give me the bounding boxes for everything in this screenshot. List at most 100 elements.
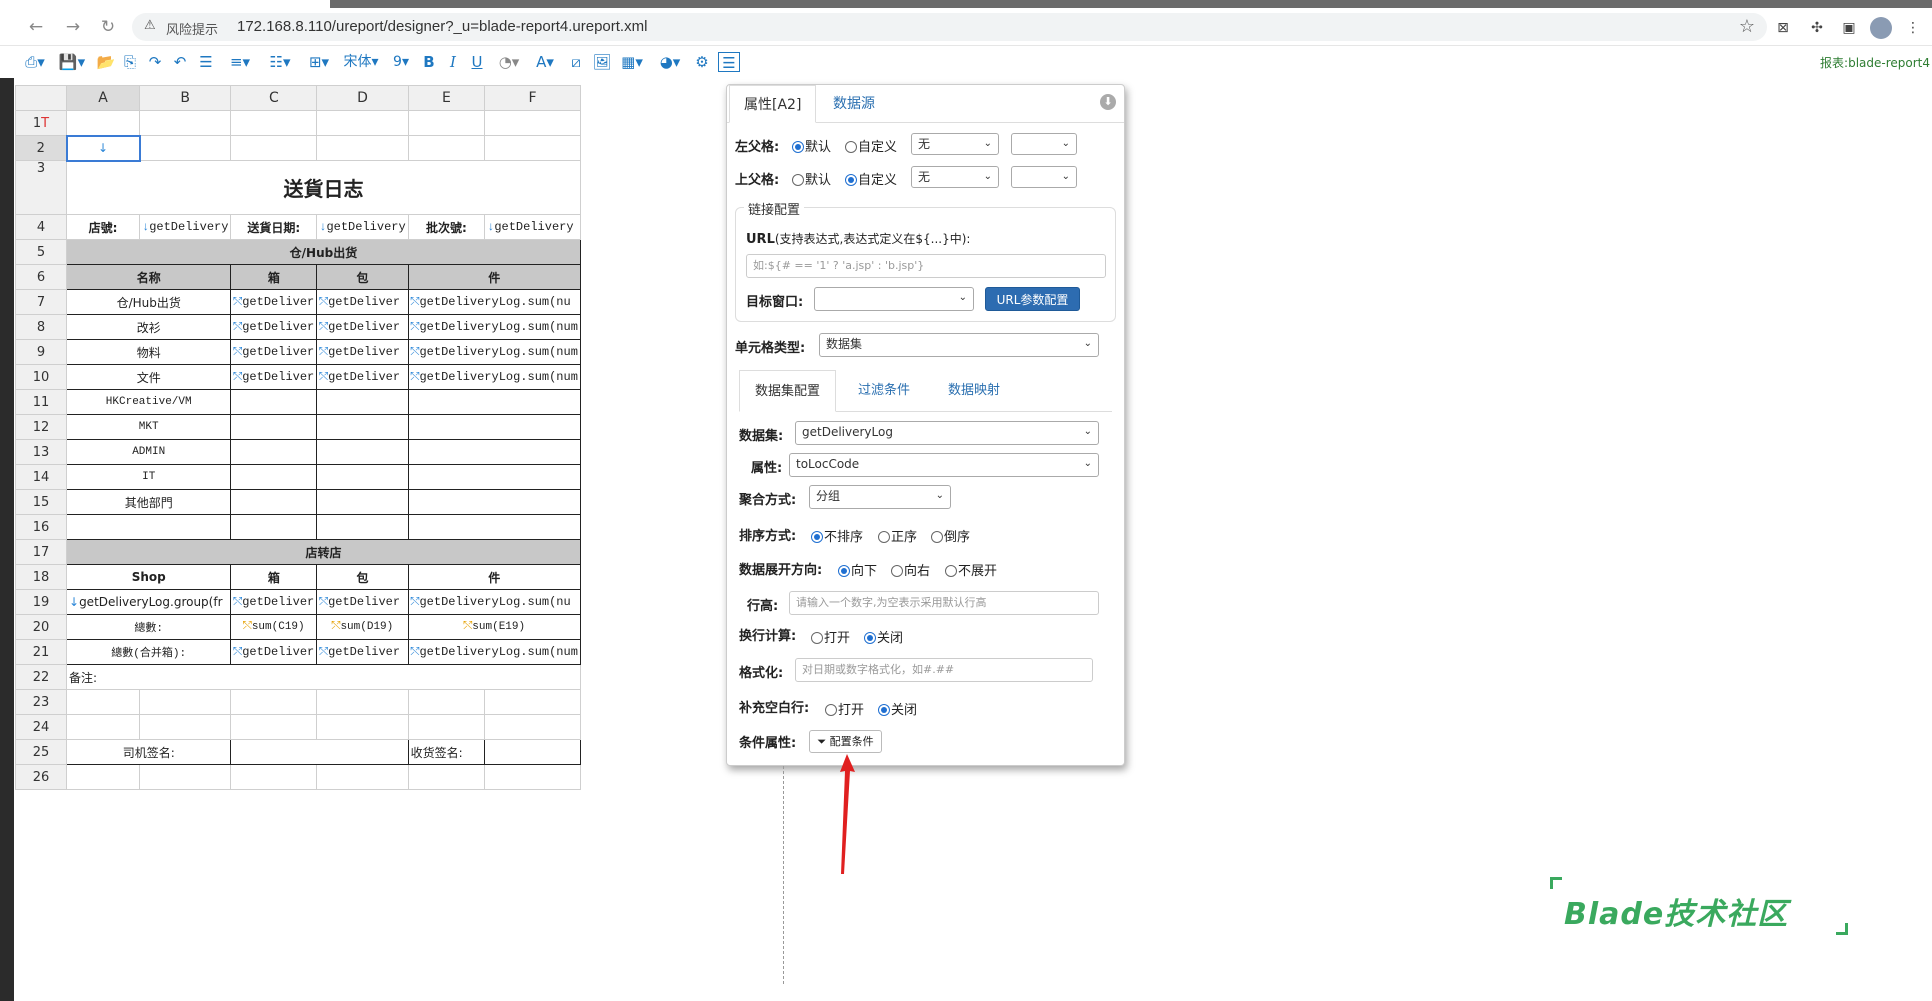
section1-header-box[interactable]: 箱 <box>230 264 318 290</box>
bold-icon[interactable]: B <box>420 52 438 72</box>
grid-cell[interactable] <box>407 689 486 715</box>
grid-cell[interactable] <box>230 489 318 515</box>
grid-cell[interactable] <box>484 764 581 790</box>
expand-down-radio[interactable]: 向下 <box>838 560 877 579</box>
grid-cell[interactable] <box>66 110 140 136</box>
sort-none-radio[interactable]: 不排序 <box>811 526 863 545</box>
section1-row-name[interactable]: 文件 <box>65 364 232 390</box>
section1-row-pack[interactable]: ⤲getDeliver <box>316 314 409 340</box>
row-header[interactable]: 10 <box>15 364 67 390</box>
subtab-filter[interactable]: 过滤条件 <box>843 370 925 412</box>
grid-cell[interactable] <box>316 439 409 465</box>
total-box-cell[interactable]: ⤲sum(C19) <box>230 614 318 640</box>
grid-cell[interactable] <box>138 764 232 790</box>
top-parent-default-radio[interactable]: 默认 <box>792 169 831 188</box>
target-window-select[interactable]: ⌄ <box>814 287 974 311</box>
row-header[interactable]: 26 <box>15 764 67 790</box>
remark-label[interactable]: 备注: <box>66 664 581 690</box>
section2-row-pack[interactable]: ⤲getDeliver <box>316 589 409 615</box>
merged-total-box[interactable]: ⤲getDeliver <box>230 639 318 665</box>
expand-right-radio[interactable]: 向右 <box>891 560 930 579</box>
grid-cell[interactable] <box>407 414 581 440</box>
grid-cell[interactable] <box>316 414 409 440</box>
grid-cell[interactable] <box>66 764 140 790</box>
left-parent-select[interactable]: 无 ⌄ <box>911 133 999 155</box>
fill-blank-off-radio[interactable]: 关闭 <box>878 699 917 718</box>
grid-cell[interactable] <box>407 514 581 540</box>
valign-dropdown-icon[interactable]: ☷▾ <box>264 52 296 72</box>
row-header[interactable]: 5 <box>15 239 67 265</box>
qrcode-dropdown-icon[interactable]: ▦▾ <box>616 52 648 72</box>
browser-menu-icon[interactable]: ⋮ <box>1902 17 1924 39</box>
omnibox[interactable]: ⚠ 风险提示 172.168.8.110/ureport/designer?_u… <box>132 13 1767 41</box>
grid-cell[interactable] <box>484 689 581 715</box>
grid-cell[interactable] <box>407 714 486 740</box>
section1-row-box[interactable]: ⤲getDeliver <box>230 364 318 390</box>
row-header[interactable]: 21 <box>15 639 67 665</box>
section1-row-pack[interactable]: ⤲getDeliver <box>316 339 409 365</box>
sidebar-toggle-icon[interactable]: ▣ <box>1838 17 1860 39</box>
column-header-f[interactable]: F <box>484 85 581 111</box>
row-header[interactable]: 20 <box>15 614 67 640</box>
grid-cell[interactable] <box>230 135 318 161</box>
wrap-off-radio[interactable]: 关闭 <box>864 627 903 646</box>
row-header[interactable]: 24 <box>15 714 67 740</box>
total-piece-cell[interactable]: ⤲sum(E19) <box>407 614 581 640</box>
sort-desc-radio[interactable]: 倒序 <box>931 526 970 545</box>
font-color-dropdown-icon[interactable]: A▾ <box>530 52 560 72</box>
merged-total-pack[interactable]: ⤲getDeliver <box>316 639 409 665</box>
aggregate-select[interactable]: 分组 ⌄ <box>809 485 951 509</box>
section1-row-box[interactable]: ⤲getDeliver <box>230 314 318 340</box>
wrap-on-radio[interactable]: 打开 <box>811 627 850 646</box>
row-header[interactable]: 13 <box>15 439 67 465</box>
grid-cell[interactable] <box>407 764 486 790</box>
row-header[interactable]: 4 <box>15 214 67 240</box>
grid-cell[interactable] <box>230 739 317 765</box>
row-header[interactable]: 11 <box>15 389 67 415</box>
subtab-mapping[interactable]: 数据映射 <box>933 370 1015 412</box>
grid-cell[interactable] <box>316 464 409 490</box>
section1-row-name[interactable]: ADMIN <box>65 439 232 465</box>
row-header[interactable]: 22 <box>15 664 67 690</box>
expand-none-radio[interactable]: 不展开 <box>945 560 997 579</box>
row-header[interactable]: 17 <box>15 539 67 565</box>
grid-cell[interactable] <box>138 714 232 740</box>
grid-cell[interactable] <box>316 489 409 515</box>
section2-row-box[interactable]: ⤲getDeliver <box>230 589 318 615</box>
grid-cell[interactable] <box>316 689 409 715</box>
format-input[interactable]: 对日期或数字格式化，如#.## <box>795 658 1093 682</box>
grid-cell[interactable] <box>316 739 409 765</box>
section1-row-piece[interactable]: ⤲getDeliveryLog.sum(num <box>407 364 581 390</box>
back-icon[interactable]: ← <box>26 17 46 37</box>
grid-cell[interactable] <box>316 764 409 790</box>
grid-cell[interactable] <box>316 110 409 136</box>
grid-cell[interactable] <box>484 135 581 161</box>
section1-row-pack[interactable]: ⤲getDeliver <box>316 289 409 315</box>
dataset-select[interactable]: getDeliveryLog ⌄ <box>795 421 1099 445</box>
selected-cell-a2[interactable]: ↓ <box>65 134 141 162</box>
receiver-sign-label[interactable]: 收货签名: <box>407 739 486 765</box>
section2-header-pack[interactable]: 包 <box>316 564 409 590</box>
section2-header-shop[interactable]: Shop <box>65 564 232 590</box>
section1-row-name[interactable]: IT <box>65 464 232 490</box>
grid-cell[interactable] <box>407 110 486 136</box>
grid-cell[interactable] <box>230 110 318 136</box>
left-parent-cell-select[interactable]: ⌄ <box>1011 133 1077 155</box>
property-panel-icon[interactable]: ☰ <box>718 52 740 72</box>
row-height-input[interactable]: 请输入一个数字,为空表示采用默认行高 <box>789 591 1099 615</box>
tab-properties[interactable]: 属性[A2] <box>729 85 817 123</box>
merged-total-label[interactable]: 總數(合并箱): <box>65 639 232 665</box>
column-header-a[interactable]: A <box>66 85 140 111</box>
column-header-b[interactable]: B <box>138 85 232 111</box>
security-label[interactable]: 风险提示 <box>166 19 218 38</box>
batch-label[interactable]: 批次號: <box>407 214 486 240</box>
cell-type-select[interactable]: 数据集 ⌄ <box>819 333 1099 357</box>
warning-icon[interactable]: ⚠ <box>144 18 156 33</box>
italic-icon[interactable]: I <box>444 52 462 72</box>
section1-header-pack[interactable]: 包 <box>316 264 409 290</box>
reload-icon[interactable]: ↻ <box>98 17 118 37</box>
grid-cell[interactable] <box>230 439 318 465</box>
grid-cell[interactable] <box>484 110 581 136</box>
grid-cell[interactable] <box>407 135 486 161</box>
grid-cell[interactable] <box>138 135 232 161</box>
